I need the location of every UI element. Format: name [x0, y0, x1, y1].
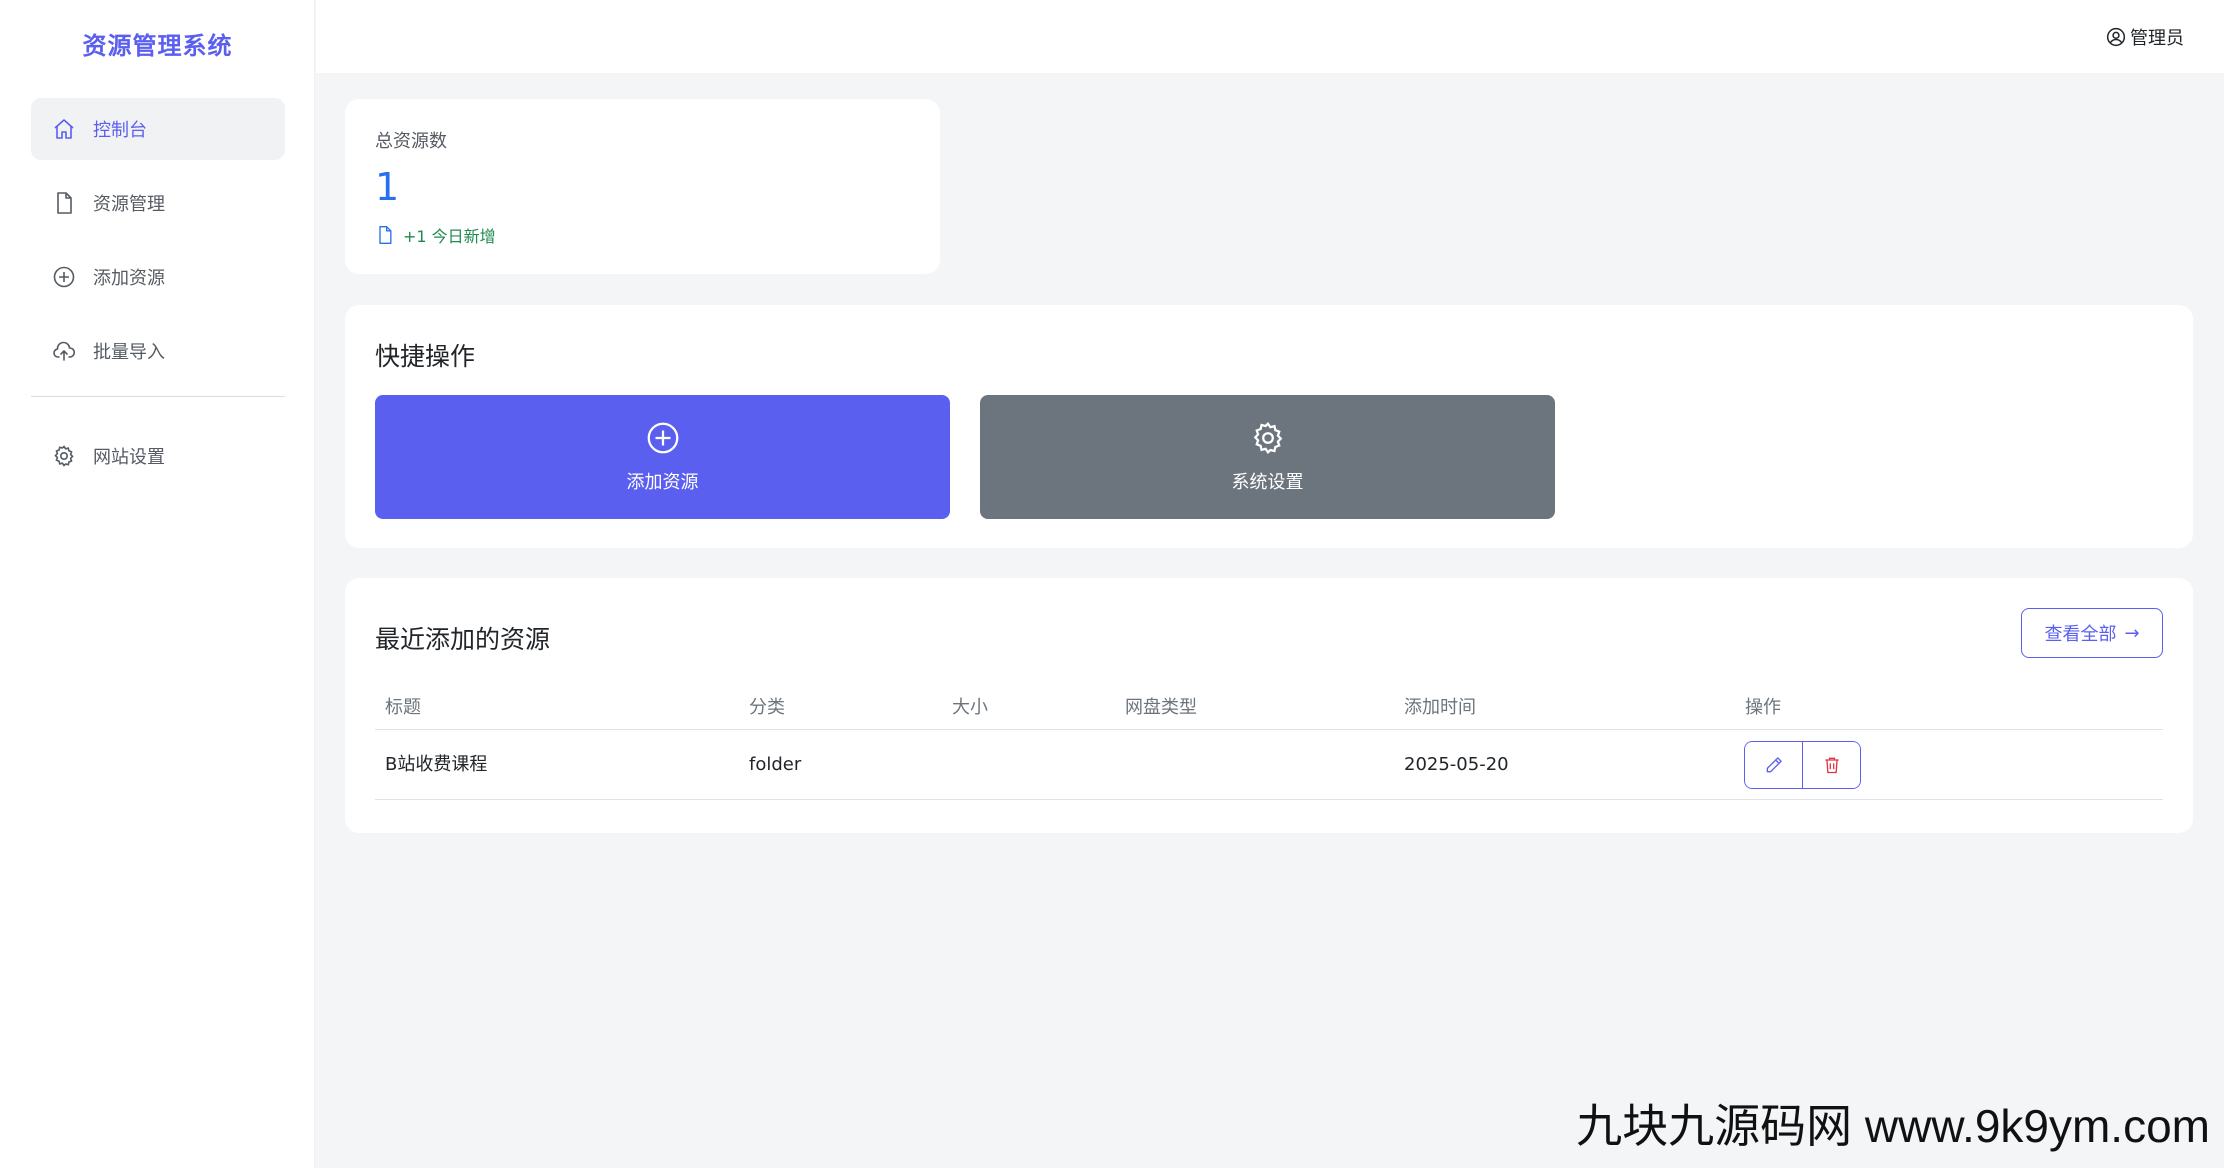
total-resources-card: 总资源数 1 +1 今日新增 [345, 99, 940, 274]
table-row: B站收费课程 folder 2025-05-20 [375, 730, 2163, 800]
view-all-button[interactable]: 查看全部 → [2021, 608, 2163, 658]
user-circle-icon [2106, 27, 2126, 47]
user-name: 管理员 [2130, 28, 2184, 49]
quick-settings-label: 系统设置 [1231, 472, 1304, 493]
user-menu[interactable]: 管理员 [2106, 24, 2184, 50]
file-icon [51, 190, 77, 216]
sidebar-nav: 控制台 资源管理 添加资源 批量导入 网站设置 [31, 98, 285, 499]
column-header-added-time: 添加时间 [1404, 697, 1476, 718]
delete-button[interactable] [1802, 741, 1861, 789]
sidebar-item-label: 资源管理 [93, 194, 165, 215]
trash-icon [1824, 757, 1839, 774]
quick-add-resource-button[interactable]: 添加资源 [375, 395, 950, 519]
column-header-actions: 操作 [1745, 697, 1781, 718]
sidebar-item-label: 添加资源 [93, 268, 165, 289]
cloud-upload-icon [51, 338, 77, 364]
recent-resources-card: 最近添加的资源 查看全部 → 标题 分类 大小 网盘类型 添加时间 操作 B站收… [345, 578, 2193, 833]
recent-resources-table: 标题 分类 大小 网盘类型 添加时间 操作 B站收费课程 folder 2025… [375, 686, 2163, 800]
cell-added-time: 2025-05-20 [1404, 754, 1509, 775]
table-header: 标题 分类 大小 网盘类型 添加时间 操作 [375, 686, 2163, 730]
sidebar-item-dashboard[interactable]: 控制台 [31, 98, 285, 160]
top-header: 管理员 [316, 0, 2224, 73]
column-header-title: 标题 [385, 697, 421, 718]
pencil-icon [1766, 757, 1782, 773]
sidebar: 资源管理系统 控制台 资源管理 添加资源 批量导入 网站设置 [0, 0, 315, 1168]
view-all-label: 查看全部 [2044, 624, 2117, 645]
sidebar-item-add-resource[interactable]: 添加资源 [31, 246, 285, 308]
column-header-category: 分类 [749, 697, 785, 718]
home-icon [51, 116, 77, 142]
gear-icon [51, 443, 77, 469]
app-root: 资源管理系统 控制台 资源管理 添加资源 批量导入 网站设置 管理员 总资源数 … [0, 0, 2224, 1168]
watermark-text: 九块九源码网 www.9k9ym.com [1576, 1100, 2210, 1152]
sidebar-divider [31, 396, 285, 397]
sidebar-item-resources[interactable]: 资源管理 [31, 172, 285, 234]
sidebar-item-label: 控制台 [93, 120, 147, 141]
brand-title: 资源管理系统 [82, 32, 233, 60]
stat-sub-text: +1 今日新增 [403, 227, 496, 246]
stat-value: 1 [375, 165, 400, 209]
cell-title: B站收费课程 [385, 754, 488, 775]
quick-system-settings-button[interactable]: 系统设置 [980, 395, 1555, 519]
plus-circle-icon [51, 264, 77, 290]
column-header-disk-type: 网盘类型 [1125, 697, 1197, 718]
sidebar-item-label: 批量导入 [93, 342, 165, 363]
row-actions [1744, 741, 1861, 789]
sidebar-item-batch-import[interactable]: 批量导入 [31, 320, 285, 382]
quick-add-label: 添加资源 [626, 472, 699, 493]
stat-today-new: +1 今日新增 [375, 223, 496, 247]
cell-category: folder [749, 754, 802, 775]
file-icon [379, 226, 392, 244]
plus-circle-icon [647, 422, 678, 454]
quick-actions-card: 快捷操作 添加资源 系统设置 [345, 305, 2193, 548]
sidebar-item-site-settings[interactable]: 网站设置 [31, 425, 285, 487]
sidebar-item-label: 网站设置 [93, 447, 165, 468]
stat-label: 总资源数 [375, 131, 447, 152]
recent-resources-title: 最近添加的资源 [375, 625, 551, 654]
gear-icon [1253, 422, 1282, 454]
column-header-size: 大小 [952, 697, 988, 718]
quick-actions-title: 快捷操作 [375, 342, 476, 371]
edit-button[interactable] [1744, 741, 1803, 789]
arrow-right-icon: → [2124, 622, 2140, 644]
